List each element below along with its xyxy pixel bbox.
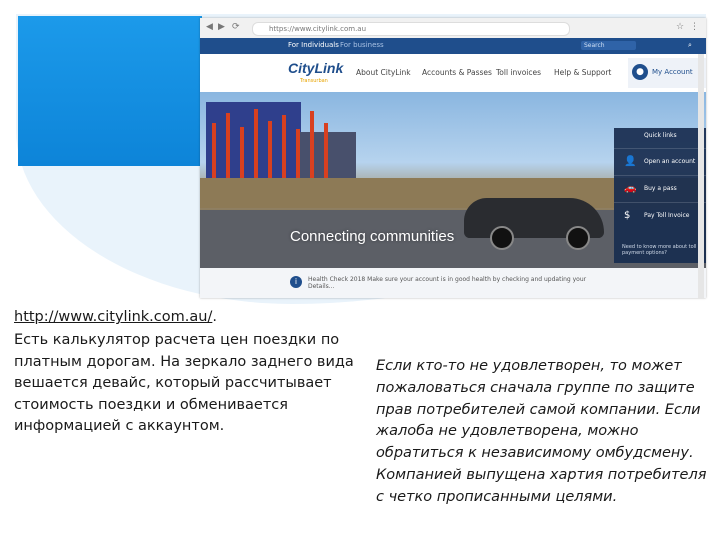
dollar-icon: $ — [624, 210, 631, 221]
top-navigation: For Individuals For business Search ⌕ — [200, 38, 706, 54]
citylink-url-link[interactable]: http://www.citylink.com.au/ — [14, 309, 212, 325]
nav-accounts[interactable]: Accounts & Passes — [422, 68, 492, 77]
notice-bar: i Health Check 2018 Make sure your accou… — [200, 268, 706, 298]
decorative-blue-block — [18, 16, 202, 166]
quick-link-pay-invoice[interactable]: $ Pay Toll Invoice — [614, 202, 706, 229]
person-add-icon: 👤 — [624, 156, 637, 167]
website-screenshot: ◀ ▶ ⟳ https://www.citylink.com.au ☆ ⋮ Fo… — [200, 18, 706, 298]
left-paragraph: Есть калькулятор расчета цен поездки по … — [14, 332, 354, 434]
tab-individuals[interactable]: For Individuals — [288, 41, 339, 49]
quick-link-buy-pass[interactable]: 🚗 Buy a pass — [614, 175, 706, 202]
browser-toolbar: ◀ ▶ ⟳ https://www.citylink.com.au ☆ ⋮ — [200, 18, 706, 39]
nav-help[interactable]: Help & Support — [554, 68, 611, 77]
star-icon[interactable]: ☆ — [676, 22, 684, 32]
link-suffix: . — [212, 309, 217, 325]
user-icon: ● — [632, 64, 648, 80]
quick-link-open-account[interactable]: 👤 Open an account — [614, 148, 706, 175]
tab-business[interactable]: For business — [340, 41, 384, 49]
scrollbar[interactable] — [698, 54, 704, 298]
car-icon: 🚗 — [624, 183, 637, 194]
my-account-button[interactable]: ● My Account — [628, 58, 706, 88]
back-icon[interactable]: ◀ — [206, 22, 213, 32]
search-input[interactable]: Search — [581, 41, 636, 50]
search-icon[interactable]: ⌕ — [688, 41, 692, 50]
address-bar[interactable]: https://www.citylink.com.au — [252, 22, 570, 36]
quick-links-panel: Quick links 👤 Open an account 🚗 Buy a pa… — [614, 128, 706, 263]
menu-icon[interactable]: ⋮ — [690, 22, 699, 32]
quick-links-note[interactable]: Need to know more about toll payment opt… — [622, 244, 702, 256]
reload-icon[interactable]: ⟳ — [232, 22, 240, 32]
my-account-label: My Account — [652, 68, 693, 76]
right-paragraph: Если кто-то не удовлетворен, то может по… — [376, 358, 707, 505]
citylink-logo[interactable]: CityLink — [288, 60, 343, 76]
notice-text[interactable]: Health Check 2018 Make sure your account… — [308, 276, 608, 290]
logo-tagline: Transurban — [300, 78, 328, 84]
hero-headline: Connecting communities — [290, 228, 455, 245]
nav-invoices[interactable]: Toll invoices — [496, 68, 541, 77]
nav-about[interactable]: About CityLink — [356, 68, 411, 77]
forward-icon[interactable]: ▶ — [218, 22, 225, 32]
main-navigation: CityLink Transurban About CityLink Accou… — [200, 54, 706, 92]
caption-link-line: http://www.citylink.com.au/. — [14, 309, 217, 325]
info-icon: i — [290, 276, 302, 288]
quick-links-title: Quick links — [644, 132, 677, 139]
